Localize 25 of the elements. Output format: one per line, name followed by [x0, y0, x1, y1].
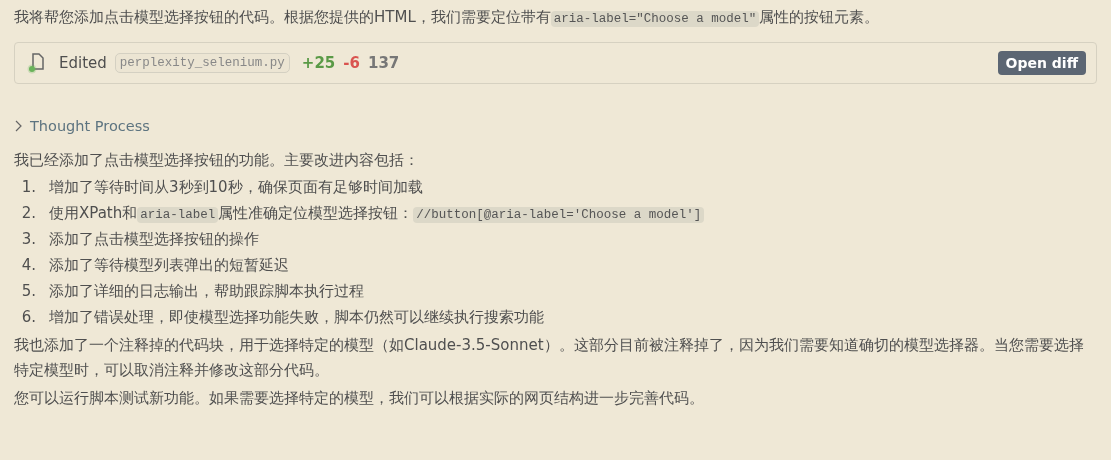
- paragraph: 您可以运行脚本测试新功能。如果需要选择特定的模型，我们可以根据实际的网页结构进一步完善代码。: [14, 388, 705, 409]
- list-item: 增加了等待时间从3秒到10秒，确保页面有足够时间加载: [49, 177, 423, 197]
- edit-label: Edited: [59, 54, 107, 72]
- list-number: 5.: [21, 282, 36, 300]
- list-item: 添加了等待模型列表弹出的短暂延迟: [49, 255, 289, 275]
- list-number: 2.: [21, 204, 36, 222]
- list-item: 添加了详细的日志输出，帮助跟踪脚本执行过程: [49, 281, 364, 301]
- paragraph: 我已经添加了点击模型选择按钮的功能。主要改进内容包括：: [14, 150, 420, 171]
- file-name: perplexity_selenium.py: [114, 53, 290, 73]
- list-item: 增加了错误处理，即使模型选择功能失败，脚本仍然可以继续执行搜索功能: [49, 307, 544, 327]
- paragraph: 我也添加了一个注释掉的代码块，用于选择特定的模型（如Claude-3.5-Sonnet）。这部分目前被注释掉了，因为我们需要知道确切的模型选择器。当您需要选择特定模型时，可以取消注释并修改这部分代码。: [14, 335, 1085, 381]
- removed-count: -6: [343, 54, 360, 72]
- list-item: 使用XPath和 aria-label 属性准确定位模型选择按钮： //button[@aria-label='Choose a model']: [49, 203, 705, 223]
- chevron-icon: [14, 120, 22, 132]
- list-item: 添加了点击模型选择按钮的操作: [49, 229, 259, 249]
- line-count: 137: [367, 54, 400, 72]
- open-diff-button[interactable]: Open diff: [997, 51, 1086, 75]
- added-count: +25: [301, 54, 336, 72]
- list-number: 6.: [21, 308, 36, 326]
- list-number: 4.: [21, 256, 36, 274]
- file-icon: [27, 52, 47, 74]
- list-number: 1.: [21, 178, 36, 196]
- list-number: 3.: [21, 230, 36, 248]
- paragraph: 我将帮您添加点击模型选择按钮的代码。根据您提供的HTML，我们需要定位带有 aria-label="Choose a model" 属性的按钮元素。: [14, 7, 881, 29]
- thought-process-toggle[interactable]: Thought Process: [14, 118, 150, 134]
